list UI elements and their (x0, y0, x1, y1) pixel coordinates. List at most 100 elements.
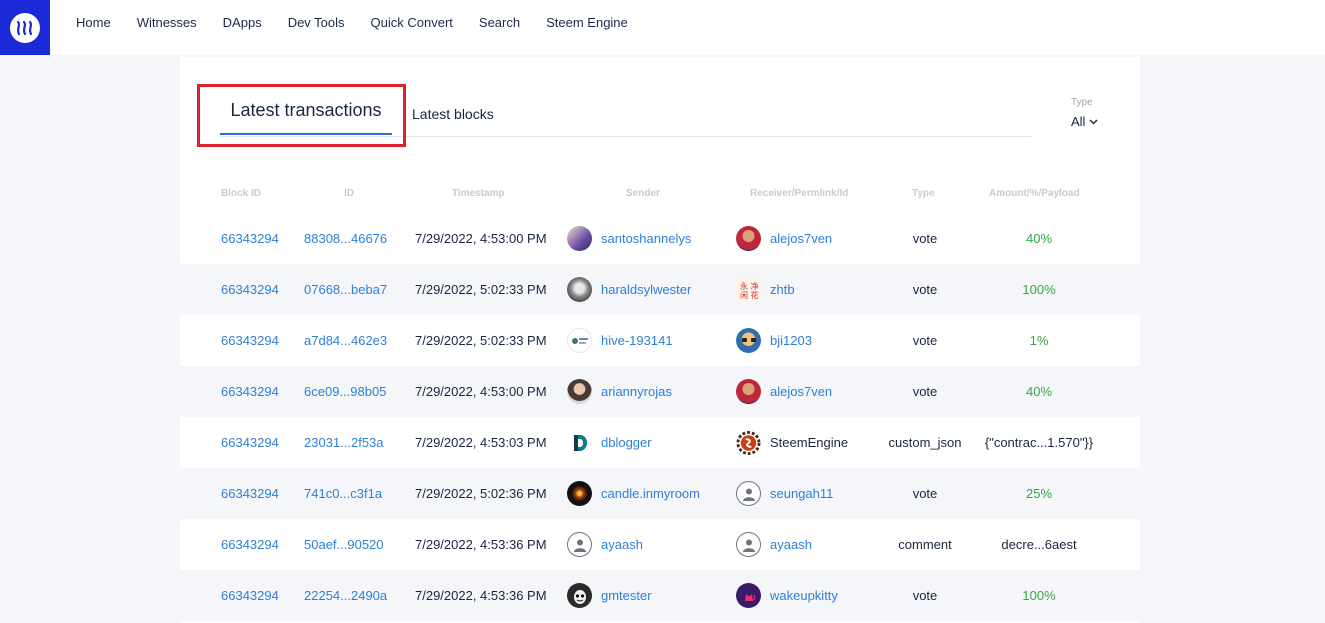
sender-cell: candle.inmyroom (567, 468, 700, 519)
receiver-link[interactable]: seungah11 (770, 486, 833, 501)
tx-id-link[interactable]: a7d84...462e3 (304, 315, 387, 366)
table-header: Block ID ID Timestamp Sender Receiver/Pe… (180, 188, 1140, 202)
steem-logo[interactable] (0, 0, 50, 55)
sender-link[interactable]: candle.inmyroom (601, 486, 700, 501)
receiver-link[interactable]: alejos7ven (770, 384, 832, 399)
block-id-link[interactable]: 66343294 (221, 417, 279, 468)
avatar[interactable] (736, 379, 761, 404)
table-row: 66343294 07668...beba7 7/29/2022, 5:02:3… (180, 264, 1140, 315)
table-row: 66343294 88308...46676 7/29/2022, 4:53:0… (180, 213, 1140, 264)
header-sender: Sender (626, 188, 660, 199)
type-cell: vote (912, 588, 938, 603)
table-row: 66343294 6ce09...98b05 7/29/2022, 4:53:0… (180, 366, 1140, 417)
block-id-link[interactable]: 66343294 (221, 519, 279, 570)
avatar[interactable] (736, 583, 761, 608)
sender-link[interactable]: ayaash (601, 537, 643, 552)
tx-id-link[interactable]: 741c0...c3f1a (304, 468, 382, 519)
receiver-cell: bji1203 (736, 315, 812, 366)
sender-cell: ayaash (567, 519, 643, 570)
nav-dapps[interactable]: DApps (223, 15, 262, 30)
receiver-link[interactable]: bji1203 (770, 333, 812, 348)
nav-quick-convert[interactable]: Quick Convert (371, 15, 453, 30)
payload-cell: decre...6aest (1001, 537, 1077, 552)
receiver-link[interactable]: alejos7ven (770, 231, 832, 246)
sender-cell: gmtester (567, 570, 652, 621)
type-filter-select[interactable]: All (1071, 114, 1098, 129)
block-id-link[interactable]: 66343294 (221, 570, 279, 621)
tx-id-link[interactable]: 50aef...90520 (304, 519, 384, 570)
avatar[interactable] (567, 379, 592, 404)
svg-text:闲 花: 闲 花 (740, 290, 759, 300)
sender-cell: haraldsylwester (567, 264, 691, 315)
type-cell: vote (912, 384, 938, 399)
tx-id-link[interactable]: 23031...2f53a (304, 417, 384, 468)
receiver-cell: SteemEngine (736, 417, 848, 468)
sender-cell: dblogger (567, 417, 652, 468)
sender-link[interactable]: santoshannelys (601, 231, 691, 246)
amount-cell: 40% (1025, 231, 1053, 246)
header-timestamp: Timestamp (452, 188, 505, 199)
avatar[interactable] (567, 226, 592, 251)
table-row: 66343294 a7d84...462e3 7/29/2022, 5:02:3… (180, 315, 1140, 366)
receiver-cell: wakeupkitty (736, 570, 838, 621)
amount-cell: 1% (1029, 333, 1049, 348)
receiver-link[interactable]: zhtb (770, 282, 795, 297)
avatar-placeholder-icon[interactable] (567, 532, 592, 557)
receiver-link[interactable]: wakeupkitty (770, 588, 838, 603)
type-cell: vote (912, 333, 938, 348)
block-id-link[interactable]: 66343294 (221, 468, 279, 519)
block-id-link[interactable]: 66343294 (221, 366, 279, 417)
block-id-link[interactable]: 66343294 (221, 315, 279, 366)
steem-logo-icon (10, 12, 40, 43)
svg-text:永 净: 永 净 (740, 281, 759, 291)
avatar[interactable] (736, 328, 761, 353)
sender-link[interactable]: dblogger (601, 435, 652, 450)
sender-link[interactable]: gmtester (601, 588, 652, 603)
tx-id-link[interactable]: 07668...beba7 (304, 264, 387, 315)
type-cell: comment (898, 537, 952, 552)
nav-witnesses[interactable]: Witnesses (137, 15, 197, 30)
avatar-placeholder-icon[interactable] (736, 532, 761, 557)
header-block-id: Block ID (221, 188, 262, 199)
sender-link[interactable]: ariannyrojas (601, 384, 672, 399)
avatar[interactable]: 永 净闲 花 (736, 277, 761, 302)
tx-id-link[interactable]: 22254...2490a (304, 570, 387, 621)
nav-dev-tools[interactable]: Dev Tools (288, 15, 345, 30)
block-id-link[interactable]: 66343294 (221, 264, 279, 315)
dblogger-logo-icon[interactable] (567, 430, 592, 455)
receiver-text: SteemEngine (770, 435, 849, 450)
amount-cell: 40% (1025, 384, 1053, 399)
tx-id-link[interactable]: 88308...46676 (304, 213, 387, 264)
amount-cell: 100% (1022, 588, 1056, 603)
timestamp: 7/29/2022, 4:53:00 PM (415, 231, 547, 246)
nav-home[interactable]: Home (76, 15, 111, 30)
top-navbar: Home Witnesses DApps Dev Tools Quick Con… (0, 0, 1325, 55)
timestamp: 7/29/2022, 4:53:00 PM (415, 384, 547, 399)
sender-link[interactable]: hive-193141 (601, 333, 673, 348)
table-row: 66343294 23031...2f53a 7/29/2022, 4:53:0… (180, 417, 1140, 468)
header-amount: Amount/%/Payload (989, 188, 1080, 199)
steem-engine-logo-icon (736, 430, 761, 455)
table-row: 66343294 50aef...90520 7/29/2022, 4:53:3… (180, 519, 1140, 570)
annotation-highlight-box (197, 84, 406, 147)
type-cell: vote (912, 282, 938, 297)
timestamp: 7/29/2022, 5:02:33 PM (415, 333, 547, 348)
avatar[interactable] (567, 583, 592, 608)
timestamp: 7/29/2022, 4:53:36 PM (415, 537, 547, 552)
sender-link[interactable]: haraldsylwester (601, 282, 691, 297)
main-nav: Home Witnesses DApps Dev Tools Quick Con… (76, 0, 654, 45)
tab-latest-blocks[interactable]: Latest blocks (412, 106, 494, 122)
amount-cell: 100% (1022, 282, 1056, 297)
nav-steem-engine[interactable]: Steem Engine (546, 15, 628, 30)
avatar[interactable] (567, 328, 592, 353)
tx-id-link[interactable]: 6ce09...98b05 (304, 366, 386, 417)
block-id-link[interactable]: 66343294 (221, 213, 279, 264)
nav-search[interactable]: Search (479, 15, 520, 30)
avatar[interactable] (567, 481, 592, 506)
type-cell: vote (912, 231, 938, 246)
avatar-placeholder-icon[interactable] (736, 481, 761, 506)
header-type: Type (912, 188, 935, 199)
avatar[interactable] (736, 226, 761, 251)
receiver-link[interactable]: ayaash (770, 537, 812, 552)
avatar[interactable] (567, 277, 592, 302)
